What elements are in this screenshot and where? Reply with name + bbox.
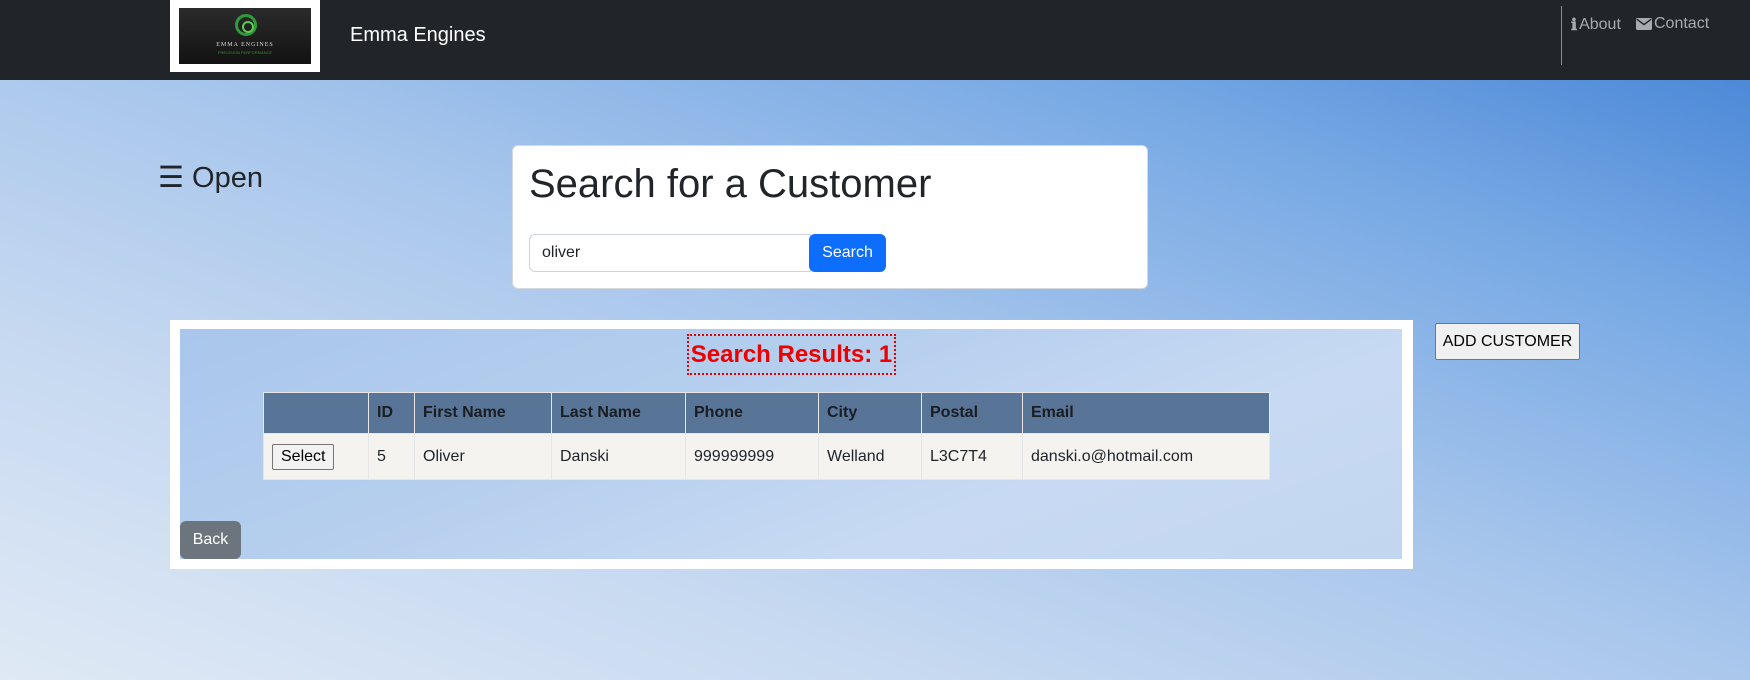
- column-header-email: Email: [1022, 392, 1270, 434]
- table-row: Select 5 Oliver Danski 999999999 Welland…: [263, 433, 1270, 480]
- column-header-id: ID: [368, 392, 415, 434]
- column-header-postal: Postal: [921, 392, 1023, 434]
- nav-link-about-label: About: [1579, 15, 1621, 33]
- column-header-phone: Phone: [685, 392, 819, 434]
- search-button[interactable]: Search: [809, 234, 886, 272]
- search-card: Search for a Customer Search: [512, 145, 1148, 289]
- results-panel: Search Results: 1 ID First Name Last Nam…: [170, 320, 1413, 569]
- brand-link[interactable]: Emma Engines: [350, 24, 486, 47]
- results-heading: Search Results: 1: [687, 334, 896, 375]
- cell-first-name: Oliver: [414, 433, 552, 480]
- logo-image: EMMA ENGINES PRECISION PERFORMANCE: [179, 8, 311, 64]
- logo-text: EMMA ENGINES: [216, 42, 274, 48]
- cell-city: Welland: [818, 433, 922, 480]
- cell-id: 5: [368, 433, 415, 480]
- add-customer-button[interactable]: ADD CUSTOMER: [1435, 323, 1580, 360]
- results-panel-inner: Search Results: 1 ID First Name Last Nam…: [180, 329, 1402, 559]
- column-header-action: [263, 392, 369, 434]
- logo-tagline: PRECISION PERFORMANCE: [217, 50, 273, 55]
- back-button[interactable]: Back: [180, 521, 241, 559]
- sidebar-open-toggle[interactable]: ☰ Open: [158, 160, 263, 195]
- nav-link-about[interactable]: ℹ About: [1571, 15, 1621, 34]
- nav-divider: [1561, 6, 1562, 65]
- column-header-first-name: First Name: [414, 392, 552, 434]
- cell-postal: L3C7T4: [921, 433, 1023, 480]
- logo[interactable]: EMMA ENGINES PRECISION PERFORMANCE: [170, 0, 320, 72]
- column-header-last-name: Last Name: [551, 392, 686, 434]
- search-input[interactable]: [529, 234, 811, 272]
- cell-last-name: Danski: [551, 433, 686, 480]
- table-header-row: ID First Name Last Name Phone City Posta…: [263, 392, 1270, 434]
- column-header-city: City: [818, 392, 922, 434]
- results-table: ID First Name Last Name Phone City Posta…: [263, 392, 1270, 480]
- page-title: Search for a Customer: [529, 162, 932, 206]
- envelope-icon: [1636, 18, 1652, 30]
- nav-link-contact[interactable]: Contact: [1636, 15, 1709, 33]
- logo-mark-icon: [235, 14, 257, 36]
- select-button[interactable]: Select: [272, 443, 335, 470]
- cell-action: Select: [263, 433, 369, 480]
- cell-email: danski.o@hotmail.com: [1022, 433, 1270, 480]
- cell-phone: 999999999: [685, 433, 819, 480]
- nav-link-contact-label: Contact: [1654, 15, 1710, 32]
- info-icon: ℹ: [1571, 15, 1578, 34]
- top-navbar: EMMA ENGINES PRECISION PERFORMANCE Emma …: [0, 0, 1750, 80]
